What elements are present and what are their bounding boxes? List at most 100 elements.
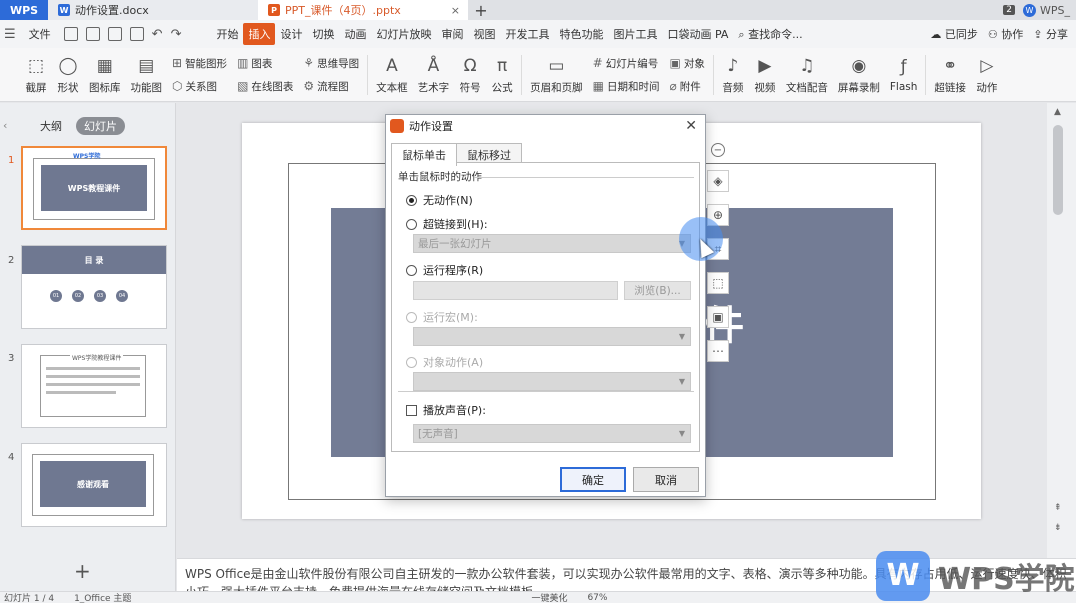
- cancel-button[interactable]: 取消: [633, 467, 699, 492]
- macro-select[interactable]: ▼: [413, 327, 691, 346]
- program-path-input[interactable]: [413, 281, 618, 300]
- attach-button[interactable]: ⌀ 附件: [670, 79, 705, 94]
- slide-thumb-2[interactable]: 目 录 01 02 03 04: [21, 245, 167, 329]
- tab-transition[interactable]: 切换: [307, 23, 339, 45]
- shape-button[interactable]: ◯ 形状: [52, 55, 84, 95]
- close-tab-icon[interactable]: ×: [451, 4, 460, 17]
- mindmap-button[interactable]: ⚘ 思维导图: [303, 56, 359, 71]
- formula-button[interactable]: π 公式: [486, 55, 518, 95]
- relation-button[interactable]: ⬡ 关系图: [172, 79, 227, 94]
- radio-no-action[interactable]: 无动作(N): [406, 192, 473, 208]
- scrollbar-thumb[interactable]: [1053, 125, 1063, 215]
- video-button[interactable]: ▶ 视频: [749, 55, 781, 95]
- arttext-button[interactable]: Å 艺术字: [413, 55, 455, 95]
- wps-home-button[interactable]: WPS: [0, 0, 48, 20]
- save-icon[interactable]: [63, 27, 78, 41]
- screenshot-label: 截屏: [25, 81, 47, 94]
- smartshape-button[interactable]: ⊞ 智能图形: [172, 56, 227, 71]
- more-icon[interactable]: ⋯: [707, 340, 729, 362]
- tab-outline[interactable]: 大纲: [40, 118, 62, 134]
- tab-writer-doc[interactable]: W 动作设置.docx: [48, 0, 258, 20]
- action-button[interactable]: ▷ 动作: [971, 55, 1003, 95]
- scroll-up-icon[interactable]: ▲: [1054, 107, 1061, 117]
- collab-button[interactable]: ⚇ 协作: [988, 26, 1023, 42]
- onlinechart-icon: ▧: [237, 79, 249, 93]
- share-button[interactable]: ⇪ 分享: [1033, 26, 1068, 42]
- tab-review[interactable]: 审阅: [436, 23, 468, 45]
- action-settings-dialog: 动作设置 ✕ 鼠标单击 鼠标移过 单击鼠标时的动作 无动作(N) 超链接到(H)…: [385, 114, 706, 497]
- radio-object-action[interactable]: 对象动作(A): [406, 354, 483, 370]
- close-icon[interactable]: ✕: [685, 118, 697, 134]
- ok-button[interactable]: 确定: [560, 467, 626, 492]
- tab-insert[interactable]: 插入: [243, 23, 276, 45]
- collapse-panel-icon[interactable]: ‹: [3, 119, 7, 132]
- thumb-dot: 04: [116, 290, 128, 302]
- object-button[interactable]: ▣ 对象: [670, 56, 705, 71]
- print-icon[interactable]: [107, 27, 122, 41]
- new-tab-button[interactable]: +: [468, 0, 494, 20]
- scroll-prev-icon[interactable]: ⇞: [1054, 503, 1062, 513]
- tab-animation[interactable]: 动画: [339, 23, 371, 45]
- hyperlink-select[interactable]: 最后一张幻灯片 ▼: [413, 234, 691, 253]
- tab-slideshow[interactable]: 幻灯片放映: [371, 23, 436, 45]
- funcmap-button[interactable]: ▤ 功能图: [126, 55, 168, 95]
- tab-slides[interactable]: 幻灯片: [76, 117, 125, 135]
- symbol-button[interactable]: Ω 符号: [454, 55, 486, 95]
- slideno-button[interactable]: # 幻灯片编号: [593, 56, 660, 71]
- play-sound-checkbox[interactable]: 播放声音(P):: [406, 402, 486, 418]
- collapse-icon[interactable]: −: [711, 143, 725, 157]
- tab-view[interactable]: 视图: [468, 23, 500, 45]
- tab-pocket-animation[interactable]: 口袋动画 PA: [662, 23, 733, 45]
- radio-hyperlink[interactable]: 超链接到(H):: [406, 216, 488, 232]
- export-icon[interactable]: [85, 27, 100, 41]
- iconlib-button[interactable]: ▦ 图标库: [84, 55, 126, 95]
- tab-features[interactable]: 特色功能: [554, 23, 608, 45]
- slide-thumb-3[interactable]: WPS学院教程课件: [21, 344, 167, 428]
- vertical-scrollbar[interactable]: ▲ ⇞ ⇟: [1047, 103, 1076, 558]
- hamburger-icon[interactable]: ☰: [4, 27, 16, 42]
- zoom-level[interactable]: 67%: [587, 593, 607, 603]
- slide-thumb-4[interactable]: 感谢观看: [21, 443, 167, 527]
- tab-developer[interactable]: 开发工具: [500, 23, 554, 45]
- symbol-label: 符号: [459, 81, 481, 94]
- account-button[interactable]: W WPS_: [1023, 3, 1070, 17]
- browse-button[interactable]: 浏览(B)...: [624, 281, 691, 300]
- radio-run-program[interactable]: 运行程序(R): [406, 262, 483, 278]
- tab-home[interactable]: 开始: [211, 23, 243, 45]
- sound-select[interactable]: [无声音] ▼: [413, 424, 691, 443]
- window-count-badge[interactable]: 2: [1003, 5, 1015, 15]
- tab-writer-doc-label: 动作设置.docx: [75, 4, 149, 17]
- tab-design[interactable]: 设计: [275, 23, 307, 45]
- command-search[interactable]: ⌕ 查找命令...: [733, 23, 807, 45]
- dubbing-button[interactable]: ♫ 文档配音: [781, 55, 833, 95]
- object-action-select[interactable]: ▼: [413, 372, 691, 391]
- redo-icon[interactable]: ↷: [171, 27, 182, 42]
- beautify-button[interactable]: 一键美化: [531, 592, 567, 603]
- audio-button[interactable]: ♪ 音频: [717, 55, 749, 95]
- file-menu[interactable]: 文件: [24, 23, 56, 45]
- tab-picture-tools[interactable]: 图片工具: [608, 23, 662, 45]
- image-edit-icon[interactable]: ▣: [707, 306, 729, 328]
- screenshot-button[interactable]: ⬚ 截屏: [20, 55, 52, 95]
- preview-icon[interactable]: [129, 27, 144, 41]
- chart-button[interactable]: ▥ 图表: [237, 56, 293, 71]
- tab-mouse-click[interactable]: 鼠标单击: [391, 143, 457, 166]
- flowchart-button[interactable]: ⚙ 流程图: [303, 79, 359, 94]
- flash-button[interactable]: ƒ Flash: [885, 56, 923, 93]
- undo-icon[interactable]: ↶: [152, 27, 163, 42]
- layers-icon[interactable]: ◈: [707, 170, 729, 192]
- hyperlink-button[interactable]: ⚭ 超链接: [929, 55, 971, 95]
- dialog-title-bar[interactable]: 动作设置: [386, 115, 705, 137]
- sync-status[interactable]: ☁ 已同步: [930, 26, 978, 42]
- onlinechart-button[interactable]: ▧ 在线图表: [237, 79, 293, 94]
- tab-active-pptx[interactable]: P PPT_课件（4页）.pptx ×: [258, 0, 468, 20]
- datetime-button[interactable]: ▦ 日期和时间: [593, 79, 660, 94]
- scroll-next-icon[interactable]: ⇟: [1054, 523, 1062, 533]
- add-slide-button[interactable]: +: [74, 559, 91, 583]
- slide-thumb-1[interactable]: WPS学院 WPS教程课件: [21, 146, 167, 230]
- screenrec-button[interactable]: ◉ 屏幕录制: [833, 55, 885, 95]
- headerfooter-button[interactable]: ▭ 页眉和页脚: [525, 55, 588, 95]
- textbox-button[interactable]: A 文本框: [371, 55, 413, 95]
- radio-run-macro[interactable]: 运行宏(M):: [406, 309, 478, 325]
- select-icon[interactable]: ⬚: [707, 272, 729, 294]
